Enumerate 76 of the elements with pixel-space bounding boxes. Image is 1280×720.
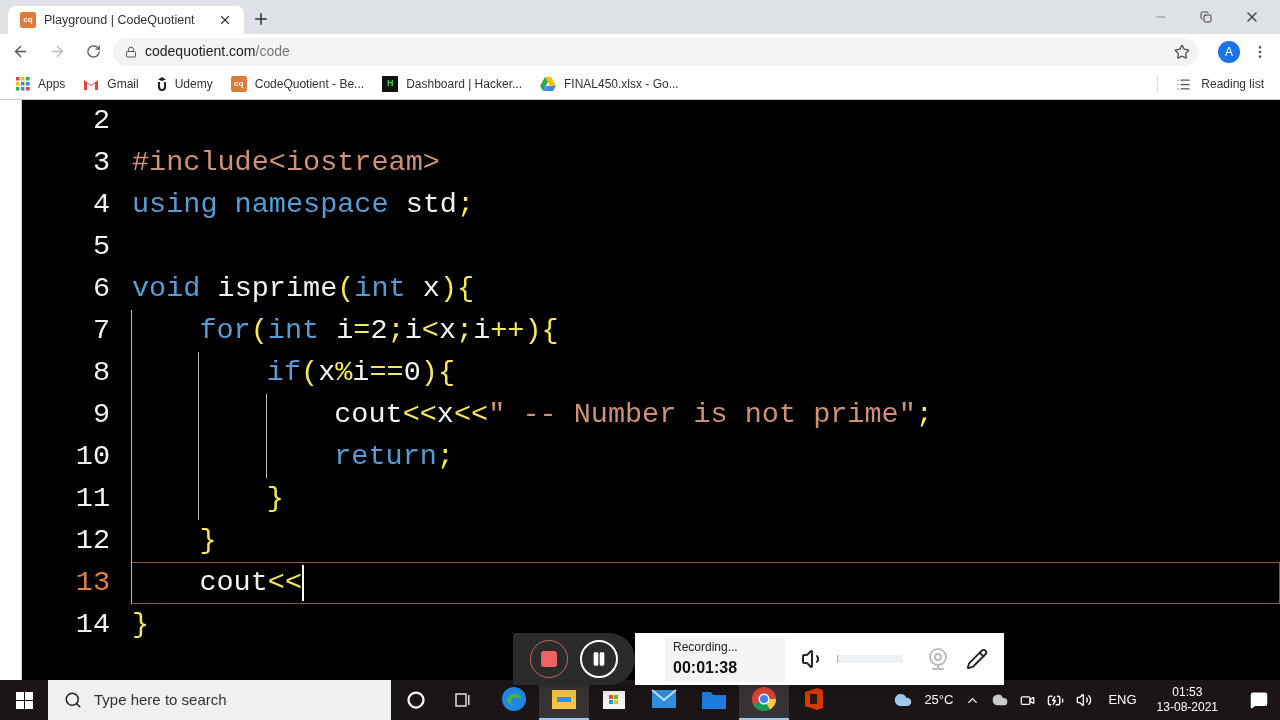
code-line: for(int i=2;i<x;i++){: [199, 316, 559, 346]
swirl-app-icon[interactable]: [501, 686, 527, 712]
triangle-logo-icon: [539, 77, 556, 91]
code-line: }: [266, 484, 284, 514]
text-caret: [302, 565, 305, 601]
stop-icon: [541, 651, 557, 667]
clock[interactable]: 01:53 13-08-2021: [1156, 685, 1218, 715]
line-number: 8: [91, 358, 110, 388]
search-icon: [64, 691, 82, 709]
language-indicator[interactable]: ENG: [1108, 690, 1137, 710]
code-line: if(x%i==0){: [266, 358, 455, 388]
weather-cloud-icon[interactable]: [894, 691, 913, 709]
mail-icon: [83, 78, 100, 90]
store-bag-icon[interactable]: [602, 688, 626, 710]
envelope-app-icon[interactable]: [651, 689, 677, 709]
browser-app-icon[interactable]: [751, 686, 777, 712]
code-line: cout<<: [199, 568, 303, 598]
line-number: 7: [91, 316, 110, 346]
reading-list-icon[interactable]: [1176, 76, 1192, 92]
apps-grid-icon: [16, 77, 30, 91]
h-logo-icon: H: [382, 76, 399, 92]
line-number: 11: [74, 484, 110, 514]
office-app-icon[interactable]: [803, 687, 825, 711]
new-tab-icon[interactable]: [252, 10, 270, 28]
restore-icon[interactable]: [1200, 11, 1212, 23]
browser-tab[interactable]: cq Playground | CodeQuotient: [8, 6, 244, 34]
bookmark-star-icon[interactable]: [1174, 43, 1190, 60]
volume-slider[interactable]: [837, 655, 903, 663]
recording-status-box: Recording... 00:01:38: [665, 636, 785, 682]
folder-app-icon[interactable]: [551, 688, 577, 710]
taskbar-search-field[interactable]: Type here to search: [48, 680, 391, 720]
line-number: 14: [74, 610, 110, 640]
speaker-icon[interactable]: [1076, 692, 1093, 708]
cortana-icon[interactable]: [407, 691, 425, 709]
temperature-text[interactable]: 25°C: [924, 690, 954, 710]
bookmark-item[interactable]: cq CodeQuotient - Be...: [230, 75, 365, 93]
bookmark-item[interactable]: H Dashboard | Hacker...: [382, 75, 522, 93]
code-line: cout<<x<<" -- Number is not prime";: [334, 400, 933, 430]
pause-icon: [591, 651, 607, 667]
pause-button[interactable]: [580, 640, 618, 678]
address-bar[interactable]: codequotient.com/code: [113, 37, 1198, 66]
line-number: 3: [91, 148, 110, 178]
bookmark-item[interactable]: Gmail: [83, 75, 139, 93]
profile-avatar[interactable]: A: [1218, 40, 1240, 63]
notification-icon[interactable]: [1250, 691, 1268, 709]
url-text: codequotient.com/code: [145, 42, 290, 61]
line-number: 4: [91, 190, 110, 220]
cloud-icon[interactable]: [992, 692, 1009, 708]
line-number: 6: [91, 274, 110, 304]
bookmark-item[interactable]: Apps: [16, 75, 66, 93]
bookmark-item[interactable]: FINAL450.xlsx - Go...: [539, 75, 679, 93]
line-number: 5: [91, 232, 110, 262]
code-line: }: [132, 610, 150, 640]
line-number: 12: [74, 526, 110, 556]
cq-logo-icon: cq: [230, 76, 247, 92]
back-icon[interactable]: [12, 43, 29, 60]
u-logo-icon: [156, 77, 167, 91]
line-number: 10: [74, 442, 110, 472]
lock-icon: [125, 45, 137, 58]
close-icon[interactable]: [218, 13, 232, 27]
line-number: 13: [74, 568, 110, 598]
code-line: using namespace std;: [132, 190, 475, 220]
pencil-icon[interactable]: [966, 648, 988, 670]
line-number: 9: [91, 400, 110, 430]
reading-list-link[interactable]: Reading list: [1201, 75, 1264, 93]
bookmark-item[interactable]: Udemy: [156, 75, 213, 93]
cq-logo-icon: cq: [20, 12, 36, 28]
tab-title: Playground | CodeQuotient: [44, 11, 196, 29]
code-line: return;: [334, 442, 454, 472]
code-line: }: [199, 526, 217, 556]
code-line: void isprime(int x){: [132, 274, 475, 304]
line-number: 2: [91, 106, 110, 136]
reload-icon[interactable]: [86, 44, 101, 59]
task-view-icon[interactable]: [455, 692, 471, 708]
windows-logo-icon[interactable]: [15, 691, 33, 709]
code-line: #include<iostream>: [132, 148, 440, 178]
